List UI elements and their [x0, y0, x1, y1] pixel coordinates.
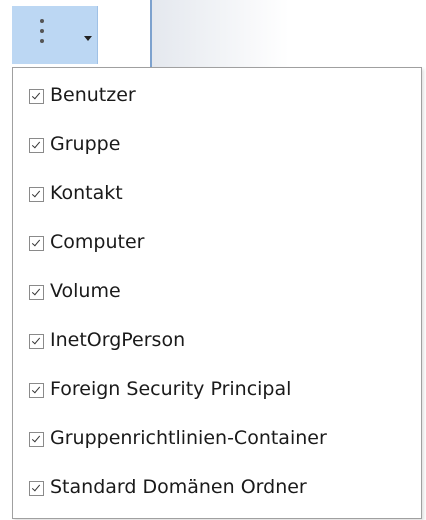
menu-item-foreign-security-principal[interactable]: Foreign Security Principal	[13, 364, 421, 413]
menu-item-label: Gruppenrichtlinien-Container	[50, 426, 327, 449]
page: Benutzer Gruppe Kontakt Computer Volume …	[0, 0, 426, 520]
checkbox-checked-icon[interactable]	[29, 432, 44, 447]
menu-item-label: Gruppe	[50, 132, 121, 155]
menu-item-label: Computer	[50, 230, 145, 253]
checkbox-checked-icon[interactable]	[29, 89, 44, 104]
menu-item-inetorgperson[interactable]: InetOrgPerson	[13, 315, 421, 364]
menu-item-standard-domaenen-ordner[interactable]: Standard Domänen Ordner	[13, 462, 421, 511]
filter-dropdown-menu: Benutzer Gruppe Kontakt Computer Volume …	[12, 67, 422, 519]
menu-item-label: Standard Domänen Ordner	[50, 475, 307, 498]
menu-item-label: Kontakt	[50, 181, 123, 204]
menu-item-computer[interactable]: Computer	[13, 217, 421, 266]
checkbox-checked-icon[interactable]	[29, 383, 44, 398]
checkbox-checked-icon[interactable]	[29, 236, 44, 251]
menu-item-gruppenrichtlinien-container[interactable]: Gruppenrichtlinien-Container	[13, 413, 421, 462]
menu-item-benutzer[interactable]: Benutzer	[13, 70, 421, 119]
menu-item-volume[interactable]: Volume	[13, 266, 421, 315]
more-options-button[interactable]	[12, 6, 98, 64]
toolbar	[0, 0, 426, 68]
chevron-down-icon	[84, 36, 92, 41]
menu-item-label: Volume	[50, 279, 121, 302]
checkbox-checked-icon[interactable]	[29, 187, 44, 202]
toolbar-background	[152, 0, 426, 68]
menu-item-gruppe[interactable]: Gruppe	[13, 119, 421, 168]
checkbox-checked-icon[interactable]	[29, 481, 44, 496]
checkbox-checked-icon[interactable]	[29, 334, 44, 349]
menu-item-label: Foreign Security Principal	[50, 377, 292, 400]
menu-item-label: InetOrgPerson	[50, 328, 186, 351]
menu-item-label: Benutzer	[50, 83, 136, 106]
kebab-icon	[39, 19, 45, 49]
menu-item-kontakt[interactable]: Kontakt	[13, 168, 421, 217]
checkbox-checked-icon[interactable]	[29, 285, 44, 300]
checkbox-checked-icon[interactable]	[29, 138, 44, 153]
